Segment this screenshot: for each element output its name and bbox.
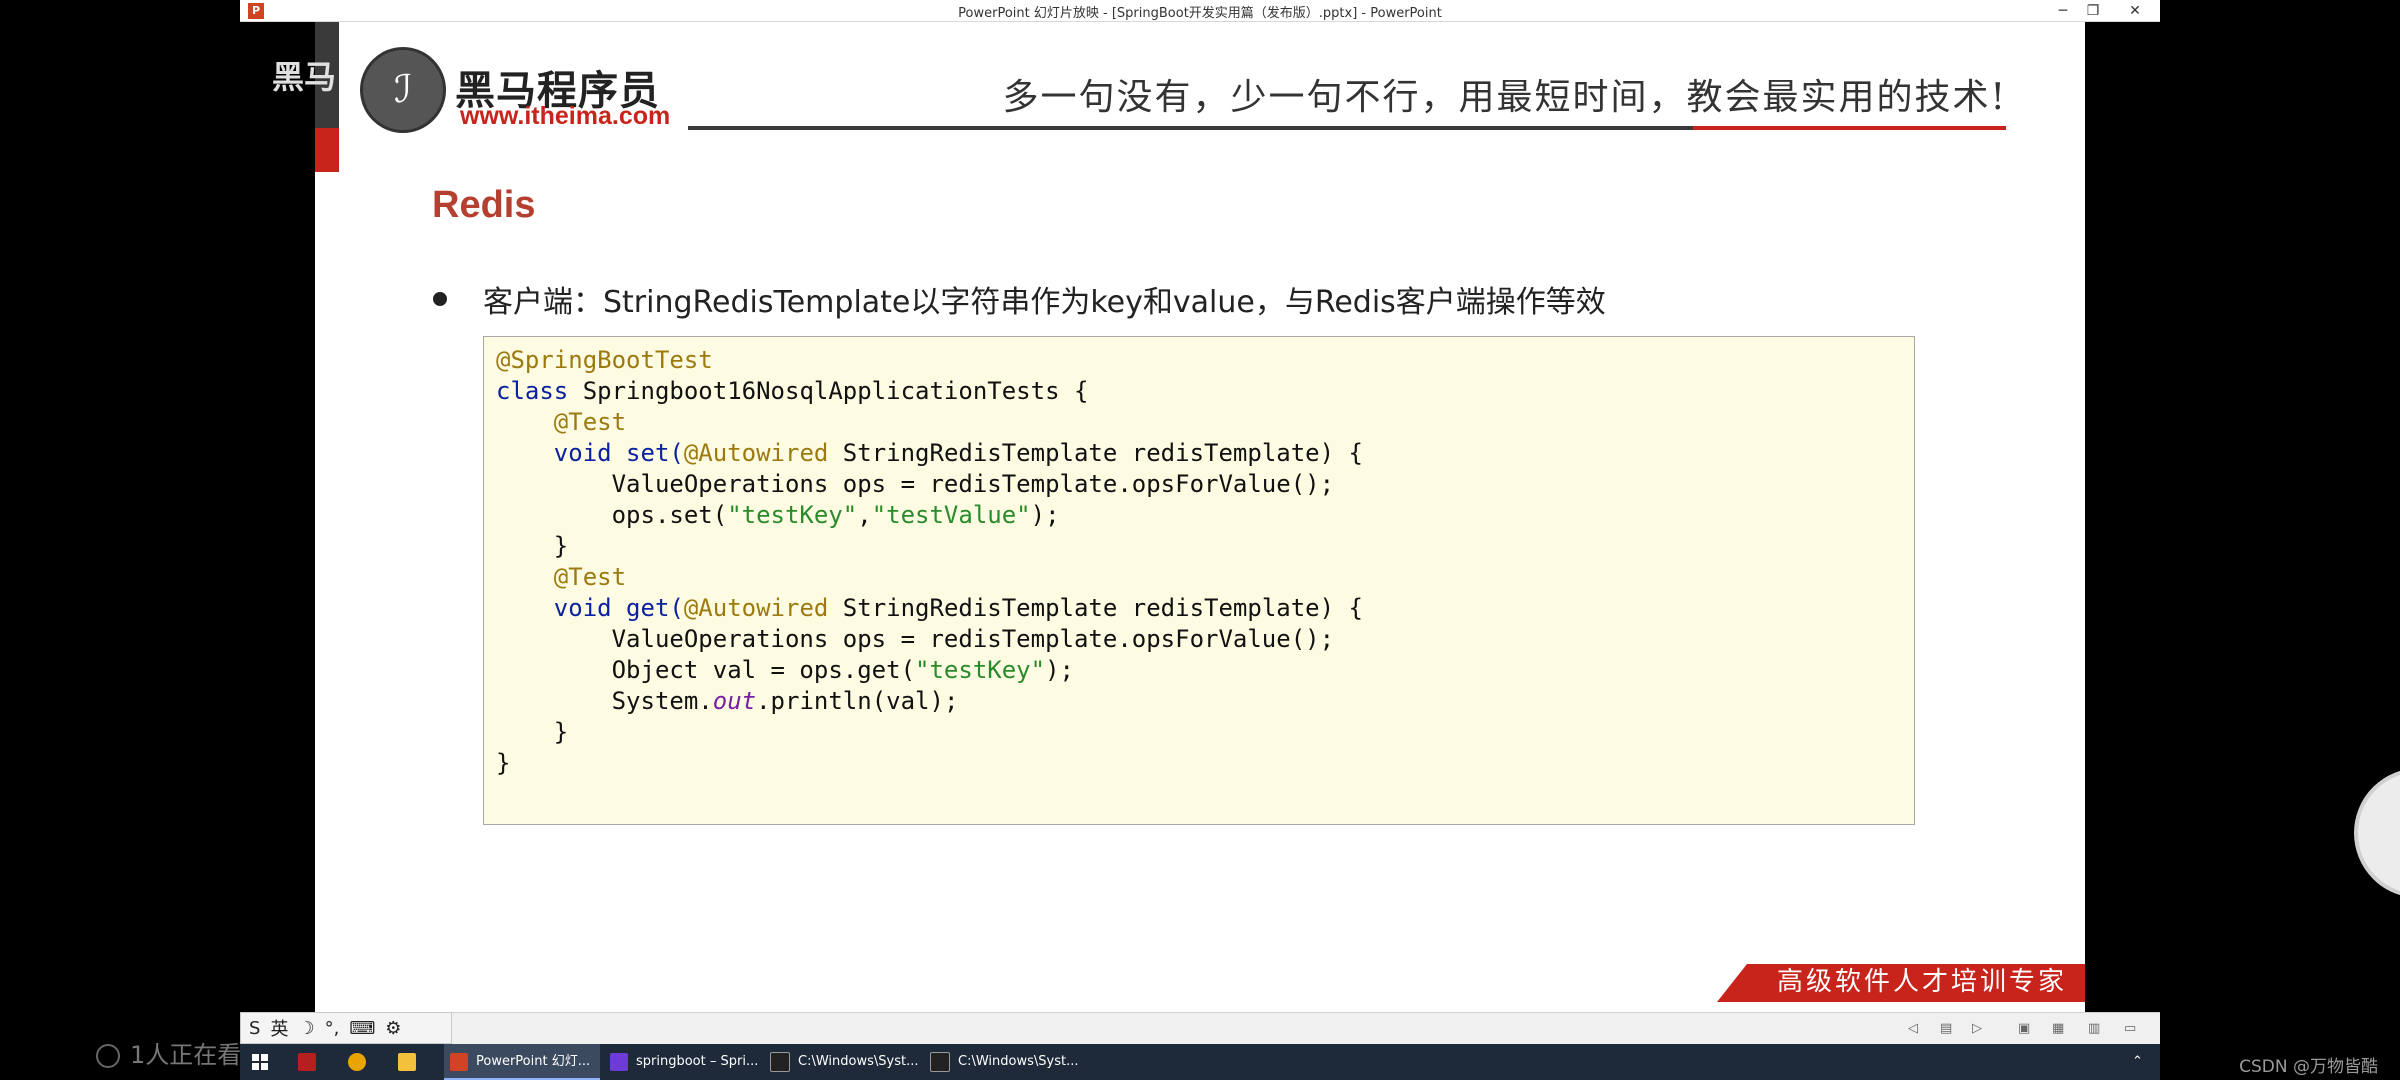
bullet-icon [433, 292, 447, 306]
taskbar-item-cmd-2[interactable]: C:\Windows\Syst... [924, 1044, 1080, 1080]
tray-chevron-icon[interactable]: ⌃ [2132, 1044, 2152, 1080]
code-line: StringRedisTemplate redisTemplate) { [828, 439, 1363, 467]
code-string: "testValue" [871, 501, 1031, 529]
code-line: } [553, 718, 569, 746]
code-line: ops.set( [611, 501, 728, 529]
code-line: @SpringBootTest [496, 346, 713, 374]
code-keyword: void [553, 594, 612, 622]
code-line: .println(val); [756, 687, 959, 715]
reading-view-icon[interactable]: ▥ [2088, 1021, 2100, 1036]
slide-menu-icon[interactable]: ▤ [1940, 1021, 1952, 1036]
taskbar-item-cmd-1[interactable]: C:\Windows\Syst... [764, 1044, 920, 1080]
ime-language-toggle[interactable]: 英 [270, 1015, 288, 1041]
code-line: Object val = ops.get( [611, 656, 916, 684]
slideshow-view-icon[interactable]: ▭ [2124, 1021, 2136, 1036]
floating-ball-button[interactable] [2354, 768, 2400, 898]
ime-punctuation-icon[interactable]: °, [325, 1018, 340, 1039]
code-line: } [553, 532, 569, 560]
viewer-count-label: 1人正在看 [130, 1041, 242, 1069]
ime-toolbar: S 英 ☽ °, ⌨ ⚙ [240, 1012, 452, 1044]
slideshow-status-bar: ◁ ▤ ▷ ▣ ▦ ▥ ▭ [452, 1012, 2160, 1044]
viewer-count: 1人正在看 [96, 1035, 241, 1070]
code-block: @SpringBootTest class Springboot16NosqlA… [483, 336, 1915, 825]
code-annotation: @Test [553, 408, 627, 436]
app-icon-red[interactable] [298, 1044, 326, 1080]
slide: ℐ 黑马程序员 www.itheima.com 多一句没有，少一句不行，用最短时… [315, 22, 2085, 1012]
taskbar-item-label: springboot – Spri... [636, 1054, 759, 1069]
logo-url: www.itheima.com [460, 102, 671, 130]
previous-slide-icon[interactable]: ◁ [1908, 1021, 1918, 1036]
code-line: StringRedisTemplate redisTemplate) { [828, 594, 1363, 622]
code-annotation: @Autowired [683, 439, 829, 467]
watermark-text: 黑马 [272, 58, 337, 96]
code-string: "testKey" [915, 656, 1046, 684]
code-method: set( [611, 439, 684, 467]
code-line: System. [611, 687, 713, 715]
windows-start-icon[interactable] [252, 1054, 268, 1070]
slide-title: Redis [432, 184, 536, 226]
csdn-watermark: CSDN @万物皆酷 [2239, 1057, 2378, 1077]
ime-logo-icon[interactable]: S [249, 1018, 260, 1039]
slide-left-bar-red [315, 128, 339, 172]
restore-button[interactable]: ❐ [2070, 0, 2116, 22]
code-line: ); [1030, 501, 1060, 529]
code-line: } [496, 749, 511, 777]
code-field: out [712, 687, 757, 715]
taskbar: PowerPoint 幻灯... springboot – Spri... C:… [240, 1044, 2160, 1080]
window-title: PowerPoint 幻灯片放映 - [SpringBoot开发实用篇（发布版）… [958, 6, 1442, 21]
code-annotation: @Test [553, 563, 627, 591]
taskbar-item-intellij[interactable]: springboot – Spri... [604, 1044, 760, 1080]
taskbar-item-label: PowerPoint 幻灯... [476, 1054, 591, 1069]
next-slide-icon[interactable]: ▷ [1972, 1021, 1982, 1036]
code-annotation: @Autowired [683, 594, 829, 622]
chrome-icon[interactable] [348, 1044, 376, 1080]
code-line: ValueOperations ops = redisTemplate.opsF… [611, 470, 1335, 498]
person-icon [96, 1044, 120, 1068]
ime-moon-icon[interactable]: ☽ [298, 1018, 314, 1039]
code-line: ); [1045, 656, 1074, 684]
taskbar-item-powerpoint[interactable]: PowerPoint 幻灯... [444, 1044, 600, 1080]
ime-keyboard-icon[interactable]: ⌨ [349, 1018, 375, 1039]
code-text: @SpringBootTest class Springboot16NosqlA… [496, 345, 1902, 779]
window-titlebar: P PowerPoint 幻灯片放映 - [SpringBoot开发实用篇（发布… [240, 0, 2160, 22]
taskbar-item-label: C:\Windows\Syst... [958, 1054, 1079, 1069]
slide-slogan: 多一句没有，少一句不行，用最短时间，教会最实用的技术! [1002, 77, 2007, 118]
sorter-view-icon[interactable]: ▦ [2052, 1021, 2064, 1036]
header-divider-accent [1693, 126, 2006, 130]
code-keyword: class [496, 377, 569, 405]
ime-settings-icon[interactable]: ⚙ [385, 1018, 401, 1039]
close-button[interactable]: ✕ [2112, 0, 2158, 22]
code-line: Springboot16NosqlApplicationTests { [568, 377, 1089, 405]
file-explorer-icon[interactable] [398, 1044, 426, 1080]
taskbar-item-label: C:\Windows\Syst... [798, 1054, 919, 1069]
code-line: ValueOperations ops = redisTemplate.opsF… [611, 625, 1335, 653]
normal-view-icon[interactable]: ▣ [2018, 1021, 2030, 1036]
code-keyword: void [553, 439, 612, 467]
itheima-logo-icon: ℐ [360, 47, 446, 133]
code-string: "testKey" [727, 501, 858, 529]
footer-text: 高级软件人才培训专家 [1776, 967, 2067, 997]
code-line: , [857, 501, 872, 529]
bullet-text: 客户端：StringRedisTemplate以字符串作为key和value，与… [483, 285, 1606, 320]
code-method: get( [611, 594, 684, 622]
